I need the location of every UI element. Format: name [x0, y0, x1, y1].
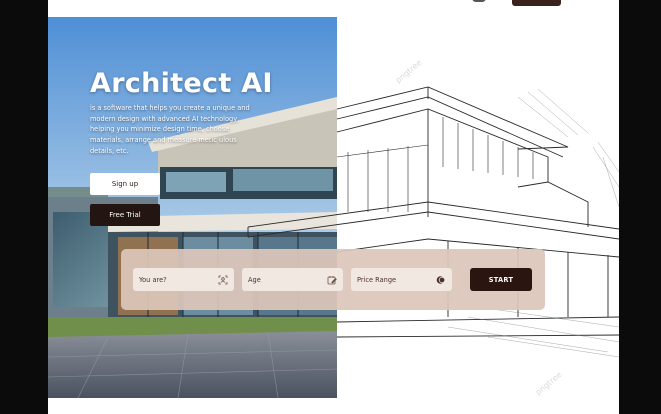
coin-icon	[436, 275, 446, 285]
landing-page: pngtree pngtree Architect AI is a softwa…	[48, 0, 619, 414]
price-range-field[interactable]: Price Range	[351, 268, 452, 291]
you-are-field[interactable]: You are?	[133, 268, 234, 291]
top-nav-button[interactable]	[512, 0, 561, 6]
calendar-edit-icon	[327, 275, 337, 285]
hero-title: Architect AI	[90, 68, 273, 99]
age-label: Age	[248, 275, 261, 284]
free-trial-button[interactable]: Free Trial	[90, 204, 160, 226]
you-are-label: You are?	[139, 275, 167, 284]
sign-up-button[interactable]: Sign up	[90, 173, 160, 195]
start-button[interactable]: START	[470, 268, 532, 291]
hero-description: is a software that helps you create a un…	[90, 104, 250, 155]
price-range-label: Price Range	[357, 275, 397, 284]
search-panel: You are? Age Price Range START	[121, 249, 545, 310]
age-field[interactable]: Age	[242, 268, 343, 291]
logo-fragment	[472, 0, 486, 2]
person-scan-icon	[218, 275, 228, 285]
